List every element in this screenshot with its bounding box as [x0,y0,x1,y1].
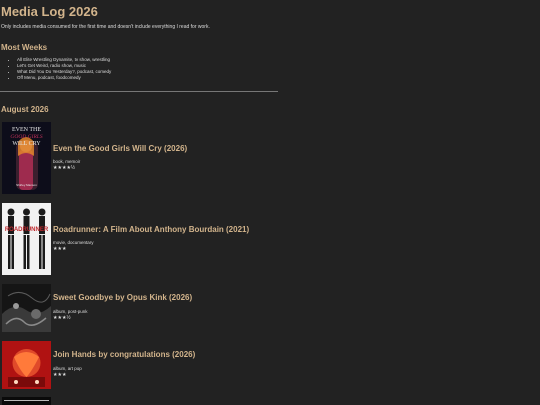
media-log-page: Media Log 2026 Only includes media consu… [0,0,540,405]
media-entry: ROADRUNNER Roadrunner: A Film About Anth… [2,203,402,279]
album-cover-image[interactable] [2,341,51,389]
star-rating: ★★★ [53,372,67,378]
intro-text: Only includes media consumed for the fir… [1,24,210,30]
month-heading: August 2026 [1,105,49,114]
cover-line: EVEN THE [12,127,41,133]
book-cover-image[interactable]: EVEN THE GOOD GIRLS WILL CRY Shirley Man… [2,122,51,194]
media-entry: Join Hands by congratulations (2026) alb… [2,341,402,405]
entry-title: Join Hands by congratulations (2026) [53,350,196,359]
star-rating: ★★★ [53,246,67,252]
cover-line: ROADRUNNER [5,227,49,233]
most-weeks-heading: Most Weeks [1,43,48,52]
entry-meta: album, post-punk [53,309,88,314]
cover-author: Shirley Manson [16,183,37,187]
album-cover-image[interactable] [2,284,51,332]
most-weeks-list: All Elite Wrestling Dynamite, tv show, w… [5,57,111,81]
entry-title: Sweet Goodbye by Opus Kink (2026) [53,293,193,302]
media-entry: EVEN THE GOOD GIRLS WILL CRY Shirley Man… [2,122,402,198]
entry-meta: movie, documentary [53,240,94,245]
next-entry-cover-image[interactable] [2,397,51,405]
cover-line: GOOD GIRLS [10,134,42,140]
entry-title: Roadrunner: A Film About Anthony Bourdai… [53,225,250,234]
movie-poster-image[interactable]: ROADRUNNER [2,203,51,275]
entry-title: Even the Good Girls Will Cry (2026) [53,144,188,153]
entry-meta: book, memoir [53,159,81,164]
list-item: Off Menu, podcast, foodcomedy [17,75,111,81]
page-title: Media Log 2026 [1,4,98,19]
star-rating: ★★★★½ [53,165,76,171]
section-divider [0,91,278,92]
cover-line: WILL CRY [12,141,41,147]
star-rating: ★★★½ [53,315,71,321]
entry-meta: album, art pop [53,366,82,371]
